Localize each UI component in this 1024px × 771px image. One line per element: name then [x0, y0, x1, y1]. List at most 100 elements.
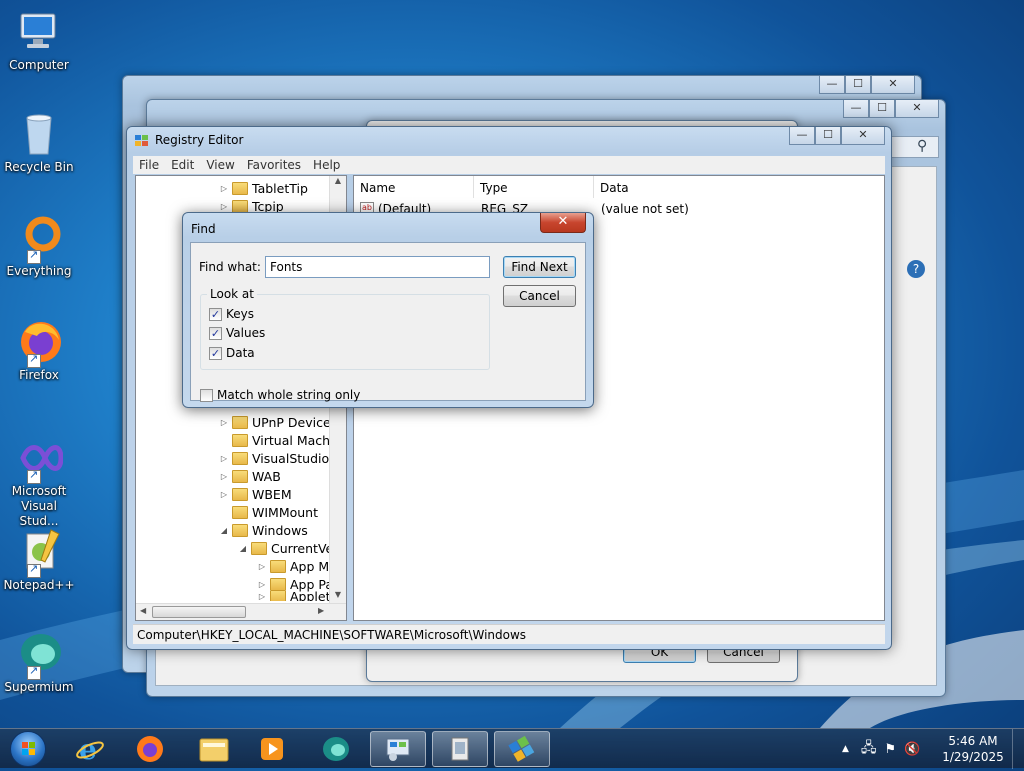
minimize-icon[interactable]: —: [819, 76, 845, 94]
scroll-left-icon[interactable]: ◀: [140, 606, 146, 615]
scroll-up-icon[interactable]: ▲: [330, 176, 346, 192]
menu-view[interactable]: View: [200, 156, 240, 174]
cancel-button[interactable]: Cancel: [503, 285, 576, 307]
desktop-icon-everything[interactable]: Everything: [0, 214, 78, 278]
tree-node-label: WBEM: [252, 486, 292, 502]
taskbar-control-panel[interactable]: [370, 731, 426, 767]
find-what-input[interactable]: Fonts: [265, 256, 490, 278]
tree-node[interactable]: Virtual Machin: [218, 431, 341, 449]
close-icon[interactable]: ✕: [871, 76, 915, 94]
scroll-down-icon[interactable]: ▼: [330, 590, 346, 604]
tree-node[interactable]: ▷ TabletTip: [218, 179, 308, 197]
taskbar-supermium[interactable]: [308, 731, 364, 767]
expand-arrow-icon[interactable]: ▷: [218, 472, 230, 481]
network-icon[interactable]: 🖧: [861, 737, 877, 761]
desktop-icon-visual-studio[interactable]: Microsoft Visual Stud...: [0, 434, 78, 529]
close-icon[interactable]: ✕: [895, 100, 939, 118]
data-checkbox[interactable]: ✓ Data: [209, 346, 255, 360]
scroll-right-icon[interactable]: ▶: [318, 606, 324, 615]
visual-studio-icon: [15, 434, 64, 484]
menu-edit[interactable]: Edit: [165, 156, 200, 174]
registry-editor-icon: [508, 735, 535, 762]
tree-node-label: VisualStudio: [252, 450, 330, 466]
tree-node-windows[interactable]: ◢ Windows: [218, 521, 308, 539]
expand-arrow-icon[interactable]: ▷: [218, 454, 230, 463]
taskbar-registry-editor[interactable]: [494, 731, 550, 767]
folder-icon: [232, 469, 248, 483]
maximize-icon[interactable]: ☐: [869, 100, 895, 118]
menu-file[interactable]: File: [133, 156, 165, 174]
minimize-icon[interactable]: —: [843, 100, 869, 118]
supermium-icon: [323, 737, 349, 761]
taskbar-media-player[interactable]: [244, 731, 300, 767]
desktop-icon-notepad-plus-plus[interactable]: Notepad++: [0, 528, 78, 592]
desktop-icon-supermium[interactable]: Supermium: [0, 630, 78, 694]
folder-icon: [232, 181, 248, 195]
folder-icon: [270, 577, 286, 591]
maximize-icon[interactable]: ☐: [845, 76, 871, 94]
value-data: (value not set): [601, 202, 689, 216]
desktop-icon-recycle-bin[interactable]: Recycle Bin: [0, 110, 78, 174]
checkbox-label: Values: [226, 326, 266, 340]
search-icon[interactable]: ⚲: [917, 138, 927, 154]
tree-horizontal-scrollbar[interactable]: ◀ ▶: [136, 603, 346, 620]
close-icon[interactable]: ✕: [841, 127, 885, 145]
desktop-icon-label: Supermium: [4, 680, 74, 694]
expand-arrow-icon[interactable]: ▷: [256, 580, 268, 589]
match-whole-string-checkbox[interactable]: Match whole string only: [200, 388, 360, 402]
menu-help[interactable]: Help: [307, 156, 346, 174]
menu-favorites[interactable]: Favorites: [241, 156, 307, 174]
minimize-icon[interactable]: —: [789, 127, 815, 145]
expand-arrow-icon[interactable]: ▷: [218, 202, 230, 211]
tree-node[interactable]: ▷ VisualStudio: [218, 449, 329, 467]
tree-node-label: TabletTip: [252, 180, 308, 196]
shortcut-arrow-icon: [27, 352, 41, 368]
expand-arrow-icon[interactable]: ▷: [218, 418, 230, 427]
find-next-button[interactable]: Find Next: [503, 256, 576, 278]
maximize-icon[interactable]: ☐: [815, 127, 841, 145]
column-header-type[interactable]: Type: [474, 176, 594, 198]
clock-time: 5:46 AM: [948, 734, 998, 748]
column-header-name[interactable]: Name: [354, 176, 474, 198]
expand-arrow-icon[interactable]: ▷: [256, 562, 268, 571]
scroll-thumb[interactable]: [152, 606, 246, 618]
values-checkbox[interactable]: ✓ Values: [209, 326, 265, 340]
expand-arrow-icon[interactable]: ▷: [218, 184, 230, 193]
taskbar-internet-explorer[interactable]: e: [62, 731, 118, 767]
tree-node[interactable]: ▷ Applets: [256, 591, 337, 601]
checkbox-label: Data: [226, 346, 255, 360]
desktop-icon-computer[interactable]: Computer: [0, 8, 78, 72]
folder-icon: [232, 451, 248, 465]
show-hidden-icons-icon[interactable]: ▲: [842, 744, 849, 754]
menu-bar: File Edit View Favorites Help: [133, 156, 885, 174]
folder-icon: [232, 415, 248, 429]
tree-node[interactable]: WIMMount: [218, 503, 318, 521]
keys-checkbox[interactable]: ✓ Keys: [209, 307, 254, 321]
volume-muted-icon[interactable]: 🔇: [904, 742, 920, 757]
desktop-icon-firefox[interactable]: Firefox: [0, 318, 78, 382]
folder-icon: [232, 505, 248, 519]
expand-arrow-icon[interactable]: ▷: [218, 490, 230, 499]
taskbar-file-explorer[interactable]: [186, 731, 242, 767]
collapse-arrow-icon[interactable]: ◢: [218, 526, 230, 535]
collapse-arrow-icon[interactable]: ◢: [237, 544, 249, 553]
column-header-data[interactable]: Data: [594, 176, 884, 198]
taskbar-firefox[interactable]: [122, 731, 178, 767]
tree-node[interactable]: ▷ WAB: [218, 467, 281, 485]
taskbar-app[interactable]: [432, 731, 488, 767]
close-icon[interactable]: ✕: [540, 213, 586, 233]
tree-node[interactable]: ◢ CurrentVer: [237, 539, 338, 557]
clock[interactable]: 5:46 AM 1/29/2025: [940, 733, 1006, 765]
notepad-plus-plus-icon: [15, 528, 63, 578]
tree-node[interactable]: ▷ UPnP Device H: [218, 413, 344, 431]
checkbox-label: Match whole string only: [217, 388, 361, 402]
windows-logo-icon: [10, 731, 46, 767]
tree-node[interactable]: ▷ WBEM: [218, 485, 292, 503]
expand-arrow-icon[interactable]: ▷: [256, 592, 268, 601]
start-button[interactable]: [4, 729, 52, 769]
find-dialog[interactable]: Find ✕ Find what: Fonts Find Next Cancel…: [182, 212, 594, 408]
tree-node[interactable]: ▷ App M: [256, 557, 329, 575]
show-desktop-button[interactable]: [1012, 729, 1024, 769]
action-center-flag-icon[interactable]: ⚑: [885, 742, 897, 757]
help-icon[interactable]: ?: [907, 260, 925, 278]
